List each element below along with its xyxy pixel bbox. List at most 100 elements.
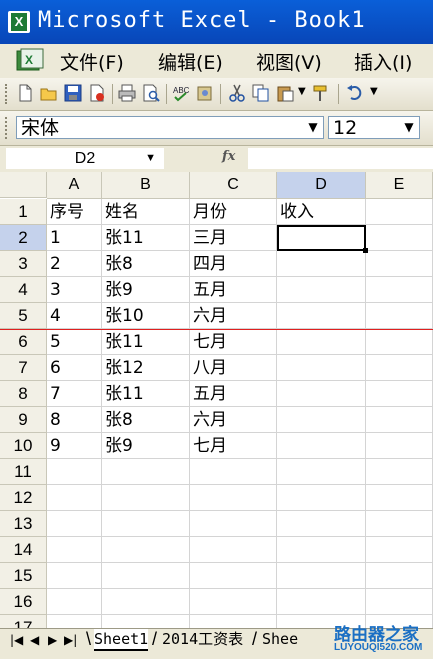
- cell-c6[interactable]: 七月: [190, 329, 277, 355]
- cell-b9[interactable]: 张8: [102, 407, 190, 433]
- cell-d5[interactable]: [277, 303, 366, 329]
- cell-b7[interactable]: 张12: [102, 355, 190, 381]
- format-painter-icon[interactable]: [312, 84, 330, 102]
- cell-d16[interactable]: [277, 589, 366, 615]
- cell-a6[interactable]: 5: [47, 329, 102, 355]
- cell-e6[interactable]: [366, 329, 433, 355]
- cell-b4[interactable]: 张9: [102, 277, 190, 303]
- cell-e4[interactable]: [366, 277, 433, 303]
- cell-c7[interactable]: 八月: [190, 355, 277, 381]
- cell-d4[interactable]: [277, 277, 366, 303]
- copy-icon[interactable]: [252, 84, 270, 102]
- row-header[interactable]: 16: [0, 589, 47, 615]
- cell-b13[interactable]: [102, 511, 190, 537]
- cell-a8[interactable]: 7: [47, 381, 102, 407]
- cell-c10[interactable]: 七月: [190, 433, 277, 459]
- cell-d1[interactable]: 收入: [277, 199, 366, 225]
- row-header[interactable]: 15: [0, 563, 47, 589]
- cell-c13[interactable]: [190, 511, 277, 537]
- column-header-a[interactable]: A: [47, 172, 102, 199]
- row-header[interactable]: 8: [0, 381, 47, 407]
- cell-a15[interactable]: [47, 563, 102, 589]
- cell-b12[interactable]: [102, 485, 190, 511]
- row-header[interactable]: 6: [0, 329, 47, 355]
- cell-b8[interactable]: 张11: [102, 381, 190, 407]
- cell-c12[interactable]: [190, 485, 277, 511]
- column-header-e[interactable]: E: [366, 172, 433, 199]
- cell-d2[interactable]: [277, 225, 366, 251]
- cell-b10[interactable]: 张9: [102, 433, 190, 459]
- cell-b6[interactable]: 张11: [102, 329, 190, 355]
- cell-e5[interactable]: [366, 303, 433, 329]
- undo-icon[interactable]: [346, 84, 364, 102]
- cell-a1[interactable]: 序号: [47, 199, 102, 225]
- cell-b11[interactable]: [102, 459, 190, 485]
- cell-a16[interactable]: [47, 589, 102, 615]
- spelling-icon[interactable]: ABC: [172, 84, 190, 102]
- cell-e15[interactable]: [366, 563, 433, 589]
- cell-b5[interactable]: 张10: [102, 303, 190, 329]
- toolbar-grip[interactable]: [5, 117, 10, 139]
- tab-sheet-partial[interactable]: Shee: [262, 629, 298, 649]
- workbook-icon[interactable]: X: [16, 48, 46, 72]
- row-header[interactable]: 5: [0, 303, 47, 329]
- cell-e11[interactable]: [366, 459, 433, 485]
- menu-file[interactable]: 文件(F): [60, 48, 124, 75]
- save-icon[interactable]: [64, 84, 82, 102]
- cell-e9[interactable]: [366, 407, 433, 433]
- prev-sheet-icon[interactable]: ◀: [30, 633, 39, 647]
- select-all-corner[interactable]: [0, 172, 47, 198]
- cell-e16[interactable]: [366, 589, 433, 615]
- cell-e3[interactable]: [366, 251, 433, 277]
- cell-c4[interactable]: 五月: [190, 277, 277, 303]
- cell-e14[interactable]: [366, 537, 433, 563]
- tab-sheet1[interactable]: Sheet1: [94, 629, 149, 651]
- print-preview-icon[interactable]: [142, 84, 160, 102]
- cell-a3[interactable]: 2: [47, 251, 102, 277]
- cell-e1[interactable]: [366, 199, 433, 225]
- font-name-select[interactable]: 宋体 ▼: [16, 116, 324, 139]
- cell-a2[interactable]: 1: [47, 225, 102, 251]
- new-icon[interactable]: [16, 84, 34, 102]
- cell-a5[interactable]: 4: [47, 303, 102, 329]
- column-header-b[interactable]: B: [102, 172, 190, 199]
- cell-c3[interactable]: 四月: [190, 251, 277, 277]
- formula-input[interactable]: [248, 148, 433, 169]
- name-box[interactable]: D2 ▼: [6, 148, 164, 169]
- row-header[interactable]: 10: [0, 433, 47, 459]
- cell-d3[interactable]: [277, 251, 366, 277]
- next-sheet-icon[interactable]: ▶: [48, 633, 57, 647]
- cell-c8[interactable]: 五月: [190, 381, 277, 407]
- row-header[interactable]: 9: [0, 407, 47, 433]
- row-header[interactable]: 7: [0, 355, 47, 381]
- cell-b1[interactable]: 姓名: [102, 199, 190, 225]
- row-header[interactable]: 1: [0, 199, 47, 225]
- cell-b16[interactable]: [102, 589, 190, 615]
- research-icon[interactable]: [196, 84, 214, 102]
- cell-c2[interactable]: 三月: [190, 225, 277, 251]
- cell-e13[interactable]: [366, 511, 433, 537]
- cell-c16[interactable]: [190, 589, 277, 615]
- row-header[interactable]: 11: [0, 459, 47, 485]
- cell-d7[interactable]: [277, 355, 366, 381]
- open-icon[interactable]: [40, 84, 58, 102]
- cell-a4[interactable]: 3: [47, 277, 102, 303]
- cut-icon[interactable]: [228, 84, 246, 102]
- first-sheet-icon[interactable]: |◀: [10, 633, 23, 647]
- cell-d11[interactable]: [277, 459, 366, 485]
- cell-d8[interactable]: [277, 381, 366, 407]
- excel-app-icon[interactable]: X: [8, 11, 30, 33]
- undo-dropdown-icon[interactable]: ▼: [370, 86, 378, 97]
- permission-icon[interactable]: [88, 84, 106, 102]
- paste-icon[interactable]: [276, 84, 294, 102]
- cell-c14[interactable]: [190, 537, 277, 563]
- cell-d10[interactable]: [277, 433, 366, 459]
- cell-e12[interactable]: [366, 485, 433, 511]
- chevron-down-icon[interactable]: ▼: [401, 117, 417, 138]
- menu-insert[interactable]: 插入(I): [354, 48, 412, 75]
- toolbar-grip[interactable]: [5, 84, 10, 104]
- row-header[interactable]: 4: [0, 277, 47, 303]
- paste-dropdown-icon[interactable]: ▼: [298, 86, 306, 97]
- cell-d6[interactable]: [277, 329, 366, 355]
- cell-e10[interactable]: [366, 433, 433, 459]
